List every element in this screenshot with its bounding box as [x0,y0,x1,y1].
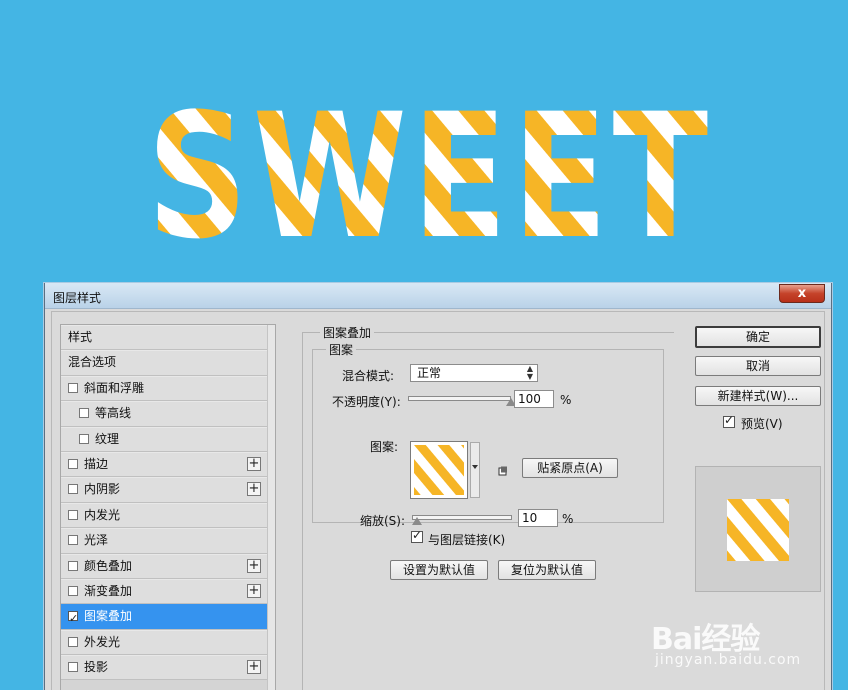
scale-label: 缩放(S): [360,514,406,528]
style-item-label: 投影 [84,660,109,675]
opacity-unit: % [560,393,572,407]
style-checkbox[interactable] [68,560,78,571]
style-item-label: 内阴影 [84,482,121,497]
styles-list-scrollbar[interactable] [267,325,275,690]
style-checkbox[interactable] [68,535,78,546]
style-item-5[interactable]: 描边 + [61,451,267,478]
link-with-layer-checkbox[interactable] [411,528,423,543]
style-item-10[interactable]: 渐变叠加 + [61,578,267,605]
new-preset-icon[interactable] [498,466,508,476]
style-item-7[interactable]: 内发光 [61,502,267,529]
add-style-plus-icon[interactable]: + [247,482,261,497]
style-item-4[interactable]: 纹理 [61,426,267,452]
style-checkbox[interactable] [68,382,78,393]
style-item-label: 样式 [68,330,93,344]
style-item-label: 混合选项 [68,355,117,370]
preview-swatch [727,499,789,561]
pattern-overlay-title: 图案叠加 [320,324,375,341]
style-item-label: 内发光 [84,507,121,522]
style-item-label: 渐变叠加 [84,583,133,598]
add-style-plus-icon[interactable]: + [247,558,261,573]
style-checkbox[interactable] [68,458,78,469]
close-button[interactable]: x [779,284,825,303]
dialog-titlebar: 图层样式 x [45,283,831,309]
style-checkbox[interactable] [68,607,78,631]
snap-to-origin-button[interactable]: 贴紧原点(A) [522,458,618,478]
style-item-0[interactable]: 样式 [61,325,267,351]
style-item-8[interactable]: 光泽 [61,528,267,554]
opacity-label: 不透明度(Y): [332,395,401,409]
style-checkbox[interactable] [79,433,89,444]
style-item-label: 光泽 [84,533,109,548]
scale-input[interactable]: 10 [518,509,558,527]
style-item-2[interactable]: 斜面和浮雕 [61,375,267,402]
add-style-plus-icon[interactable]: + [247,660,261,675]
style-checkbox[interactable] [79,408,89,419]
style-checkbox[interactable] [68,662,78,673]
sweet-word: SWEET [147,76,713,277]
style-item-label: 纹理 [95,431,120,446]
style-item-9[interactable]: 颜色叠加 + [61,553,267,579]
style-checkbox[interactable] [68,585,78,596]
style-checkbox[interactable] [68,484,78,495]
add-style-plus-icon[interactable]: + [247,583,261,598]
link-with-layer-label: 与图层链接(K) [428,533,506,547]
style-item-label: 描边 [84,456,109,471]
style-item-label: 外发光 [84,634,121,649]
style-item-1[interactable]: 混合选项 [61,350,267,376]
style-item-6[interactable]: 内阴影 + [61,477,267,503]
scale-slider-thumb[interactable] [412,517,422,525]
striped-pattern-icon [414,445,464,495]
select-arrows-icon: ▲ ▼ [526,364,533,381]
cancel-button[interactable]: 取消 [695,356,821,376]
pattern-label: 图案: [370,440,399,454]
add-style-plus-icon[interactable]: + [247,456,261,471]
blend-mode-label: 混合模式: [342,369,395,383]
blend-mode-select[interactable]: 正常 ▲ ▼ [410,364,538,382]
style-item-13[interactable]: 投影 + [61,655,267,681]
style-checkbox[interactable] [68,636,78,647]
style-item-label: 等高线 [95,406,132,421]
preview-checkbox[interactable] [723,413,735,428]
make-default-button[interactable]: 设置为默认值 [390,560,488,580]
baidu-watermark-url: jingyan.baidu.com [655,652,802,668]
style-item-label: 颜色叠加 [84,558,133,573]
sweet-artwork: SWEET [147,76,713,277]
dialog-title: 图层样式 [53,291,102,305]
pattern-swatch[interactable] [410,441,468,499]
scale-unit: % [562,512,574,526]
style-item-label: 斜面和浮雕 [84,380,145,395]
opacity-slider[interactable] [408,396,511,401]
style-checkbox[interactable] [68,509,78,520]
styles-list: 样式混合选项斜面和浮雕等高线纹理描边 + 内阴影 + 内发光光泽颜色叠加 + 渐变叠加 + 图案… [60,324,276,690]
opacity-input[interactable]: 100 [514,390,554,408]
scale-slider[interactable] [412,515,512,520]
blend-mode-value: 正常 [417,366,442,380]
style-item-label: 图案叠加 [84,609,133,624]
new-style-button[interactable]: 新建样式(W)... [695,386,821,406]
pattern-picker-dropdown[interactable] [470,442,480,498]
ok-button[interactable]: 确定 [695,326,821,348]
pattern-subgroup-title: 图案 [326,341,357,358]
style-item-3[interactable]: 等高线 [61,401,267,427]
style-item-11[interactable]: 图案叠加 [61,604,267,631]
style-preview [695,466,821,592]
preview-label: 预览(V) [741,417,783,431]
style-item-12[interactable]: 外发光 [61,629,267,656]
reset-default-button[interactable]: 复位为默认值 [498,560,596,580]
